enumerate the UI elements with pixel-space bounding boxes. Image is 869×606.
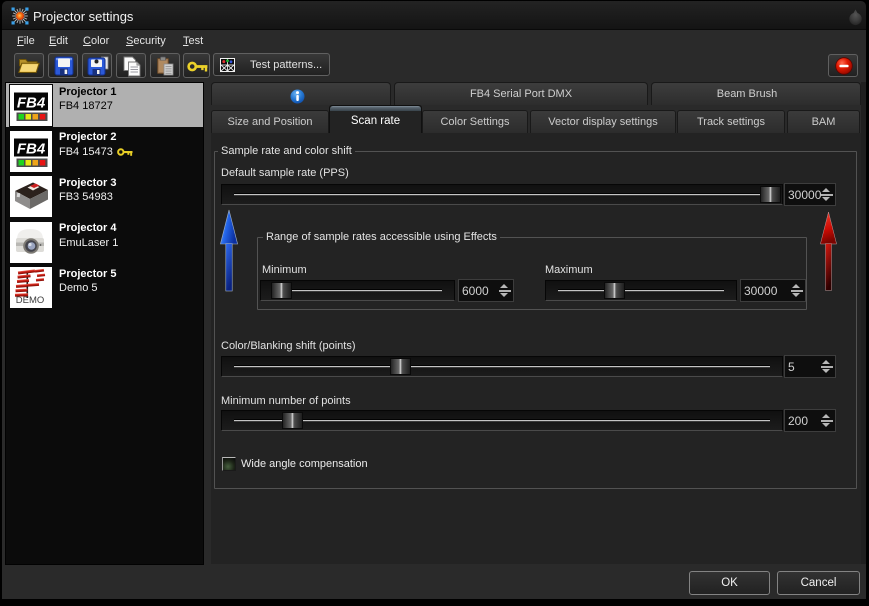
svg-text:FB4: FB4 [17, 140, 46, 157]
svg-text:DEMO: DEMO [16, 295, 45, 306]
svg-text:FB4: FB4 [17, 95, 46, 112]
